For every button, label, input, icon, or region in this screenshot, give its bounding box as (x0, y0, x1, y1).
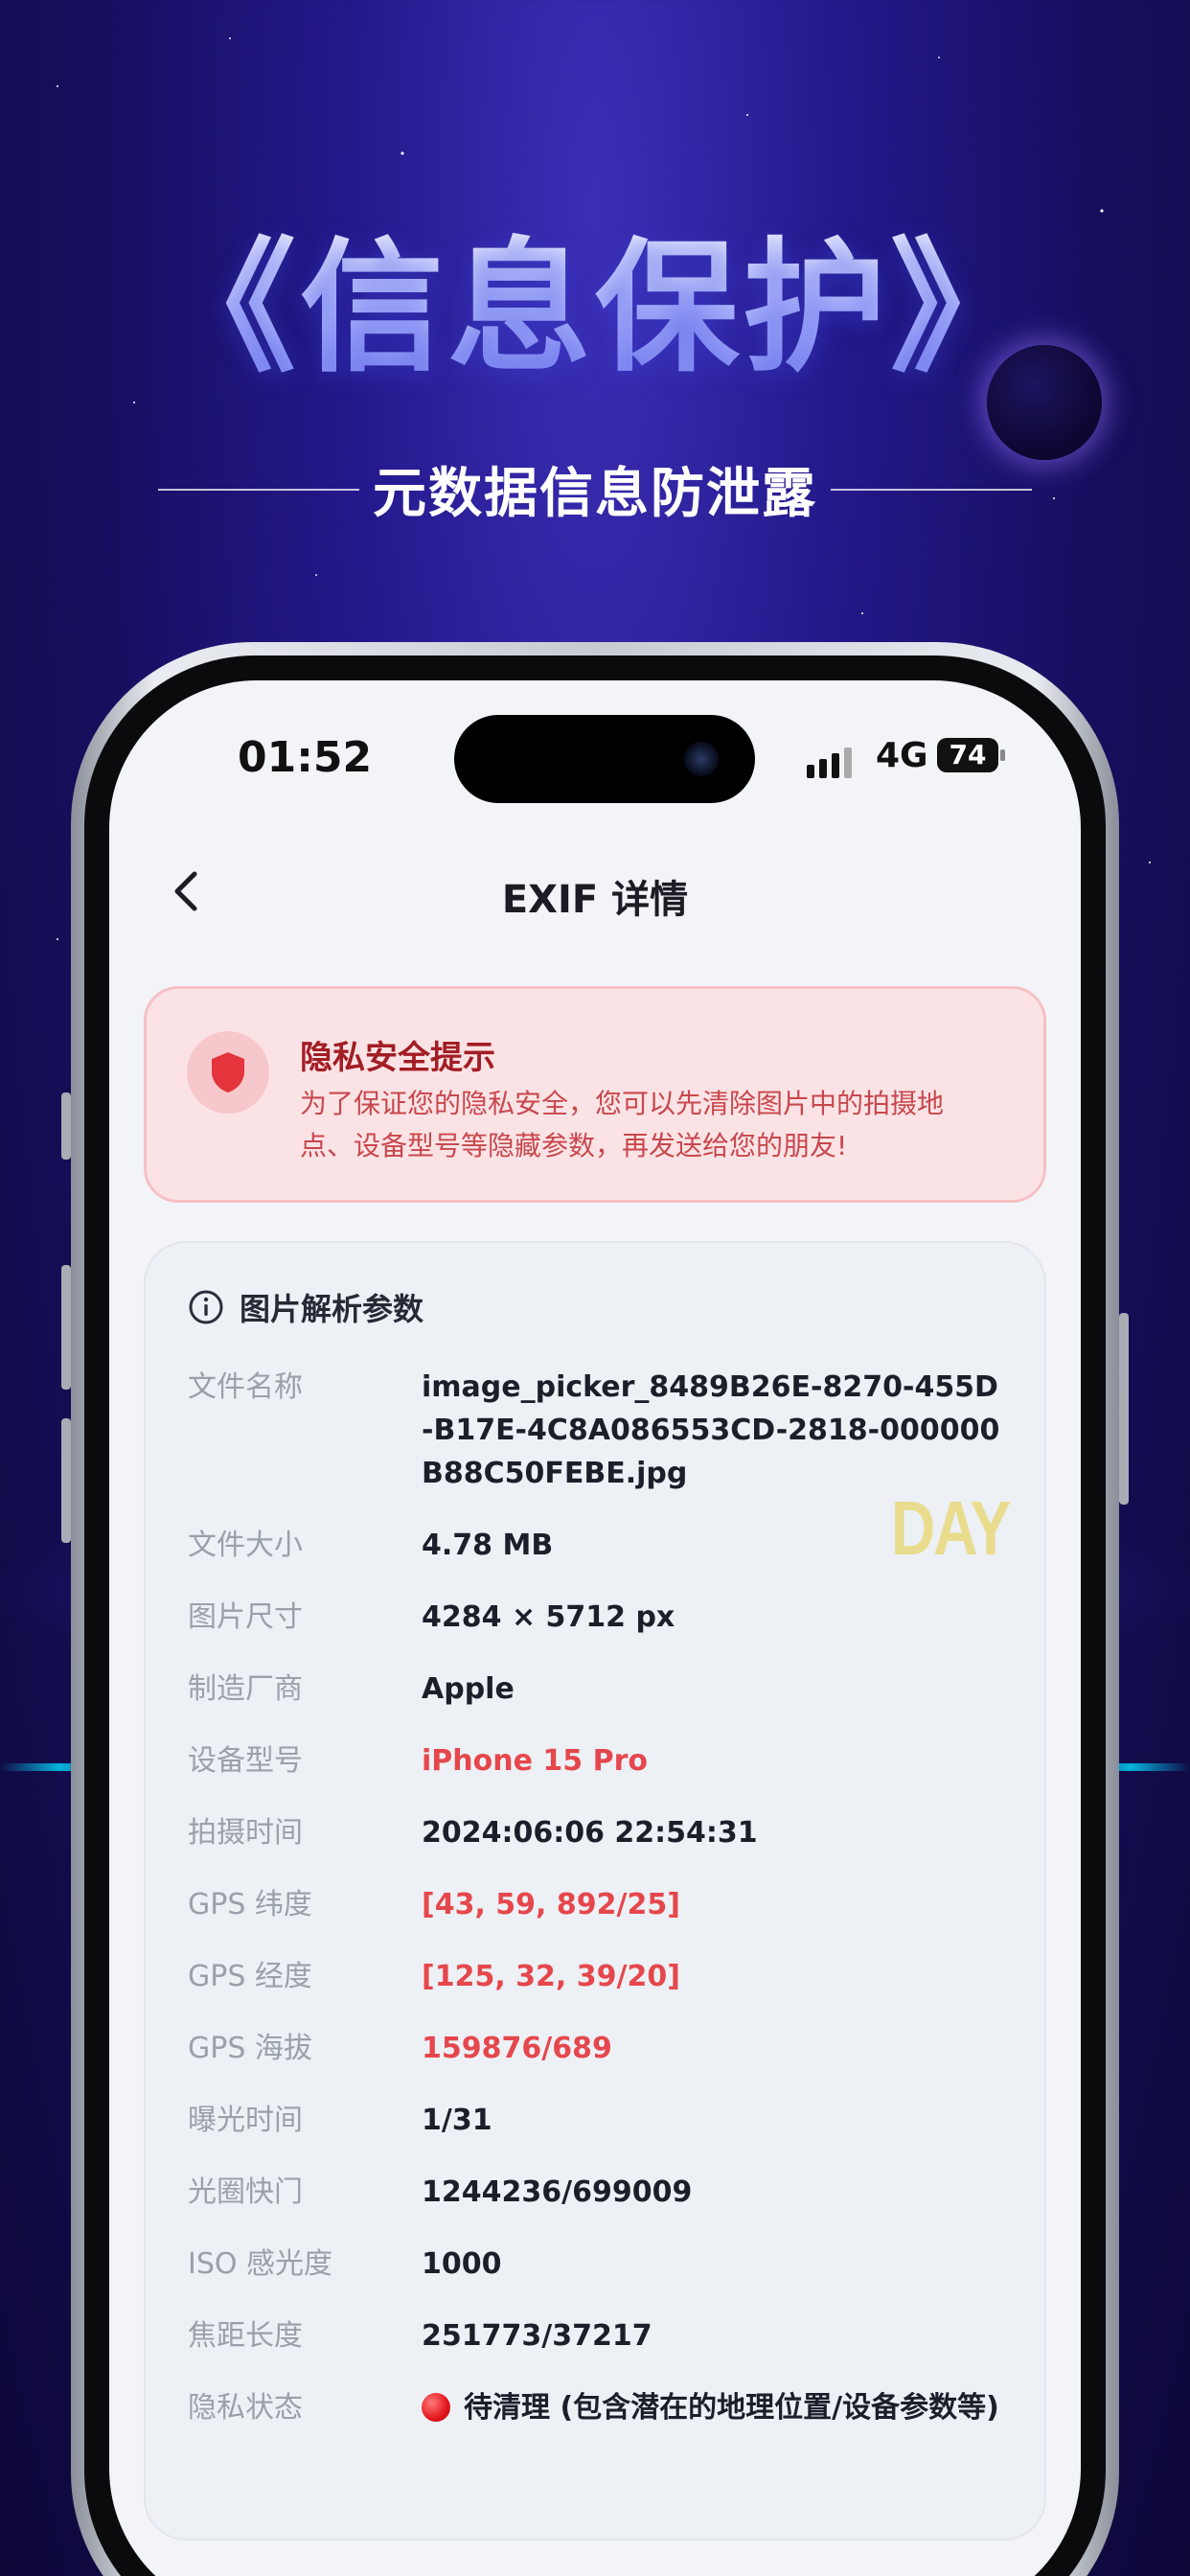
row-value: 2024:06:06 22:54:31 (422, 1816, 758, 1850)
row-value: 1000 (422, 2247, 502, 2281)
row-value: 1/31 (422, 2104, 492, 2137)
status-time: 01:52 (238, 733, 373, 782)
row-label: 曝光时间 (188, 2104, 303, 2137)
phone-frame: 01:52 4G 74 EXIF 详情 隐私安全提示 为了保证您的隐私安全，您可… (61, 642, 1129, 2576)
poster-subtitle-row: 元数据信息防泄露 (0, 450, 1190, 528)
privacy-status-text: 待清理 (包含潜在的地理位置/设备参数等) (464, 2391, 999, 2425)
poster-headline: 《信息保护》 (0, 192, 1190, 400)
row-label: GPS 海拔 (188, 2032, 312, 2065)
day-watermark: DAY (891, 1484, 1011, 1572)
row-value: 159876/689 (422, 2032, 612, 2065)
phone-volume-down-button (61, 1418, 71, 1543)
row-label: 设备型号 (188, 1744, 303, 1778)
privacy-alert: 隐私安全提示 为了保证您的隐私安全，您可以先清除图片中的拍摄地点、设备型号等隐藏… (144, 986, 1046, 1203)
exif-row-exposure-time: 曝光时间 1/31 (188, 2099, 1006, 2142)
subtitle-line-right (831, 488, 1032, 491)
exif-row-device-model: 设备型号 iPhone 15 Pro (188, 1739, 1006, 1782)
poster-subtitle: 元数据信息防泄露 (373, 463, 817, 525)
battery-tip-icon (1000, 749, 1005, 761)
exif-row-iso: ISO 感光度 1000 (188, 2242, 1006, 2286)
alert-text: 为了保证您的隐私安全，您可以先清除图片中的拍摄地点、设备型号等隐藏参数，再发送给… (300, 1088, 945, 1162)
exif-row-image-size: 图片尺寸 4284 × 5712 px (188, 1596, 1006, 1639)
row-label: 制造厂商 (188, 1672, 303, 1706)
exif-row-manufacturer: 制造厂商 Apple (188, 1668, 1006, 1711)
phone-bezel: 01:52 4G 74 EXIF 详情 隐私安全提示 为了保证您的隐私安全，您可… (84, 656, 1106, 2576)
exif-row-privacy-status: 隐私状态 待清理 (包含潜在的地理位置/设备参数等) (188, 2386, 1006, 2429)
exif-row-gps-latitude: GPS 纬度 [43, 59, 892/25] (188, 1883, 1006, 1926)
row-label: GPS 纬度 (188, 1888, 312, 1921)
exif-row-focal-length: 焦距长度 251773/37217 (188, 2314, 1006, 2358)
exif-row-capture-time: 拍摄时间 2024:06:06 22:54:31 (188, 1811, 1006, 1854)
network-type: 4G (876, 736, 928, 775)
row-label: 拍摄时间 (188, 1816, 303, 1850)
exif-row-aperture: 光圈快门 1244236/699009 (188, 2171, 1006, 2214)
exif-row-gps-longitude: GPS 经度 [125, 32, 39/20] (188, 1955, 1006, 1998)
navigation-bar: EXIF 详情 (109, 843, 1081, 939)
row-label: 文件名称 (188, 1370, 303, 1404)
status-bar: 01:52 4G 74 (109, 680, 1081, 834)
page-title: EXIF 详情 (501, 878, 689, 922)
row-value: [125, 32, 39/20] (422, 1960, 680, 1993)
battery-level: 74 (949, 739, 987, 770)
row-value: 251773/37217 (422, 2319, 652, 2353)
row-value: Apple (422, 1672, 515, 1706)
alert-title: 隐私安全提示 (300, 1039, 495, 1077)
battery-icon: 74 (937, 738, 998, 772)
row-label: 光圈快门 (188, 2175, 303, 2209)
phone-screen: 01:52 4G 74 EXIF 详情 隐私安全提示 为了保证您的隐私安全，您可… (109, 680, 1081, 2576)
exif-row-gps-altitude: GPS 海拔 159876/689 (188, 2027, 1006, 2070)
shield-icon (187, 1031, 269, 1114)
row-value-status: 待清理 (包含潜在的地理位置/设备参数等) (422, 2386, 1006, 2429)
row-label: 隐私状态 (188, 2391, 303, 2425)
row-value: 4284 × 5712 px (422, 1600, 675, 1634)
row-value: image_picker_8489B26E-8270-455D-B17E-4C8… (422, 1370, 1000, 1490)
front-camera-icon (684, 742, 719, 776)
red-dot-icon (422, 2393, 450, 2422)
info-icon (189, 1290, 223, 1324)
phone-power-button (1119, 1313, 1129, 1505)
row-label: GPS 经度 (188, 1960, 312, 1993)
row-value: [43, 59, 892/25] (422, 1888, 680, 1921)
card-title: 图片解析参数 (240, 1291, 424, 1327)
exif-row-file-size: 文件大小 4.78 MB (188, 1524, 1006, 1567)
row-value: iPhone 15 Pro (422, 1744, 648, 1778)
row-label: ISO 感光度 (188, 2247, 333, 2281)
phone-volume-up-button (61, 1265, 71, 1390)
row-value: 1244236/699009 (422, 2175, 693, 2209)
exif-row-file-name: 文件名称 image_picker_8489B26E-8270-455D-B17… (188, 1366, 1006, 1495)
row-label: 文件大小 (188, 1529, 303, 1562)
subtitle-line-left (158, 488, 359, 491)
phone-action-button (61, 1092, 71, 1160)
exif-parameters-card: 图片解析参数 文件名称 image_picker_8489B26E-8270-4… (144, 1241, 1046, 2541)
row-label: 焦距长度 (188, 2319, 303, 2353)
signal-icon (807, 748, 852, 778)
card-header: 图片解析参数 (188, 1285, 423, 1329)
row-label: 图片尺寸 (188, 1600, 303, 1634)
exif-rows: 文件名称 image_picker_8489B26E-8270-455D-B17… (188, 1366, 1006, 2458)
